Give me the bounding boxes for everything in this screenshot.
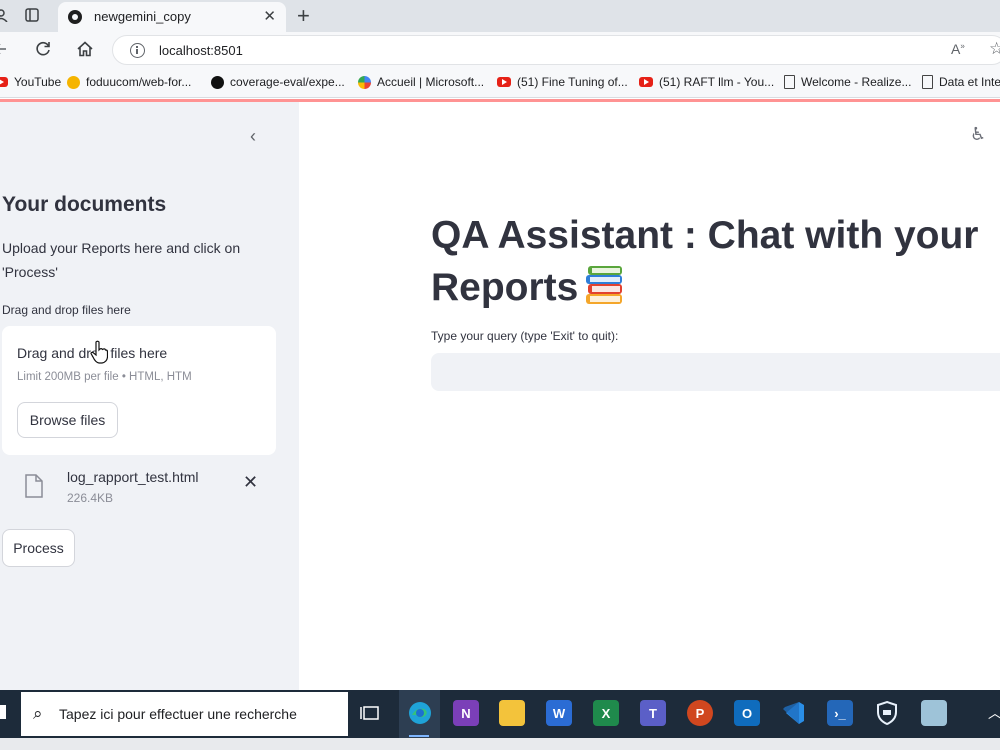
file-name: log_rapport_test.html [67,469,199,485]
powerpoint-icon[interactable]: P [687,700,713,726]
task-view-icon[interactable] [358,700,384,726]
bookmark-label: YouTube [14,75,62,89]
bookmark-data-et-inte[interactable]: Data et Inte [922,75,1000,89]
query-input[interactable] [431,353,1000,391]
remove-file-close-icon[interactable]: ✕ [243,472,258,493]
url-text: localhost:8501 [159,43,243,58]
accessibility-icon[interactable]: ♿ [970,124,986,145]
bookmark-foduucom[interactable]: foduucom/web-for... [67,75,191,89]
defender-shield-icon[interactable] [874,700,900,726]
bookmark-fine-tuning[interactable]: (51) Fine Tuning of... [497,75,628,89]
home-icon[interactable] [75,39,95,59]
file-dropzone[interactable]: Drag and drop files here Limit 200MB per… [2,326,276,455]
collapse-sidebar-chevron-icon[interactable]: ‹ [250,126,256,147]
windows-start-icon[interactable] [0,705,6,719]
sidebar: ‹ Your documents Upload your Reports her… [0,102,299,690]
youtube-icon [639,77,653,87]
screen-bottom-edge [0,738,1000,750]
page-title-text: QA Assistant : Chat with your Reports [431,214,979,309]
tab-newgemini-copy[interactable]: newgemini_copy ✕ [58,2,286,32]
sidebar-title: Your documents [2,193,167,216]
bookmark-label: coverage-eval/expe... [230,75,345,89]
youtube-icon [0,77,8,87]
search-icon: ⌕ [33,704,43,723]
youtube-icon [497,77,511,87]
bookmark-label: Accueil | Microsoft... [377,75,485,89]
bookmark-microsoft[interactable]: Accueil | Microsoft... [358,75,484,89]
bookmark-label: (51) RAFT llm - You... [659,75,775,89]
powershell-icon[interactable]: ›_ [827,700,853,726]
books-emoji-icon [584,264,626,320]
close-tab-icon[interactable]: ✕ [263,7,276,25]
file-icon [24,474,44,503]
windows-taskbar: ⌕ Tapez ici pour effectuer une recherche… [0,690,1000,738]
document-icon [784,75,795,89]
query-label: Type your query (type 'Exit' to quit): [431,329,619,343]
bookmark-youtube[interactable]: YouTube [0,75,61,89]
github-icon [211,75,224,89]
excel-icon[interactable]: X [593,700,619,726]
hf-icon [67,75,80,89]
back-icon[interactable] [0,39,12,59]
microsoft-icon [358,75,371,89]
browser-tab-bar: newgemini_copy ✕ + [0,0,1000,32]
bookmarks-bar: YouTube foduucom/web-for... coverage-eva… [0,68,1000,98]
browse-files-button[interactable]: Browse files [17,402,118,438]
outlook-icon[interactable]: O [734,700,760,726]
show-hidden-icons-chevron-icon[interactable]: ︿ [988,703,1000,723]
tab-title: newgemini_copy [94,9,191,24]
bookmark-label: foduucom/web-for... [86,75,192,89]
teams-icon[interactable]: T [640,700,666,726]
hand-pointer-cursor-icon [90,340,109,370]
taskbar-edge-active[interactable] [399,690,440,738]
page-title: QA Assistant : Chat with your Reports [431,210,991,320]
file-size: 226.4KB [67,491,114,505]
profile-icon[interactable] [0,8,8,23]
vscode-icon[interactable] [780,700,806,726]
onenote-icon[interactable]: N [453,700,479,726]
uploader-label: Drag and drop files here [2,303,131,317]
document-icon [922,75,933,89]
favorite-star-icon[interactable]: ☆ [989,39,1000,59]
read-aloud-icon[interactable]: A» [951,41,965,57]
uploaded-file-row: log_rapport_test.html 226.4KB ✕ [0,464,280,512]
bookmark-label: (51) Fine Tuning of... [517,75,628,89]
main-content: ♿ QA Assistant : Chat with your Reports … [299,102,1000,690]
bookmark-label: Welcome - Realize... [801,75,912,89]
bookmark-raft[interactable]: (51) RAFT llm - You... [639,75,774,89]
new-tab-plus-icon[interactable]: + [297,3,310,29]
site-info-icon[interactable] [130,43,145,58]
taskbar-search[interactable]: ⌕ Tapez ici pour effectuer une recherche [21,692,348,736]
word-icon[interactable]: W [546,700,572,726]
sidebar-description: Upload your Reports here and click on 'P… [2,240,241,280]
reload-icon[interactable] [33,39,53,59]
browser-toolbar: localhost:8501 A» ☆ [0,32,1000,68]
bookmark-coverage-eval[interactable]: coverage-eval/expe... [211,75,345,89]
tab-actions-icon[interactable] [25,8,39,22]
edge-icon [407,700,433,726]
streamlit-favicon-icon [68,10,82,24]
bookmark-welcome[interactable]: Welcome - Realize... [784,75,911,89]
process-button[interactable]: Process [2,529,75,567]
bookmark-label: Data et Inte [939,75,1000,89]
file-explorer-icon[interactable] [499,700,525,726]
taskbar-search-placeholder: Tapez ici pour effectuer une recherche [59,706,297,722]
dropzone-limit: Limit 200MB per file • HTML, HTM [17,371,192,383]
notepad-icon[interactable] [921,700,947,726]
address-bar[interactable]: localhost:8501 A» ☆ [112,35,1000,65]
